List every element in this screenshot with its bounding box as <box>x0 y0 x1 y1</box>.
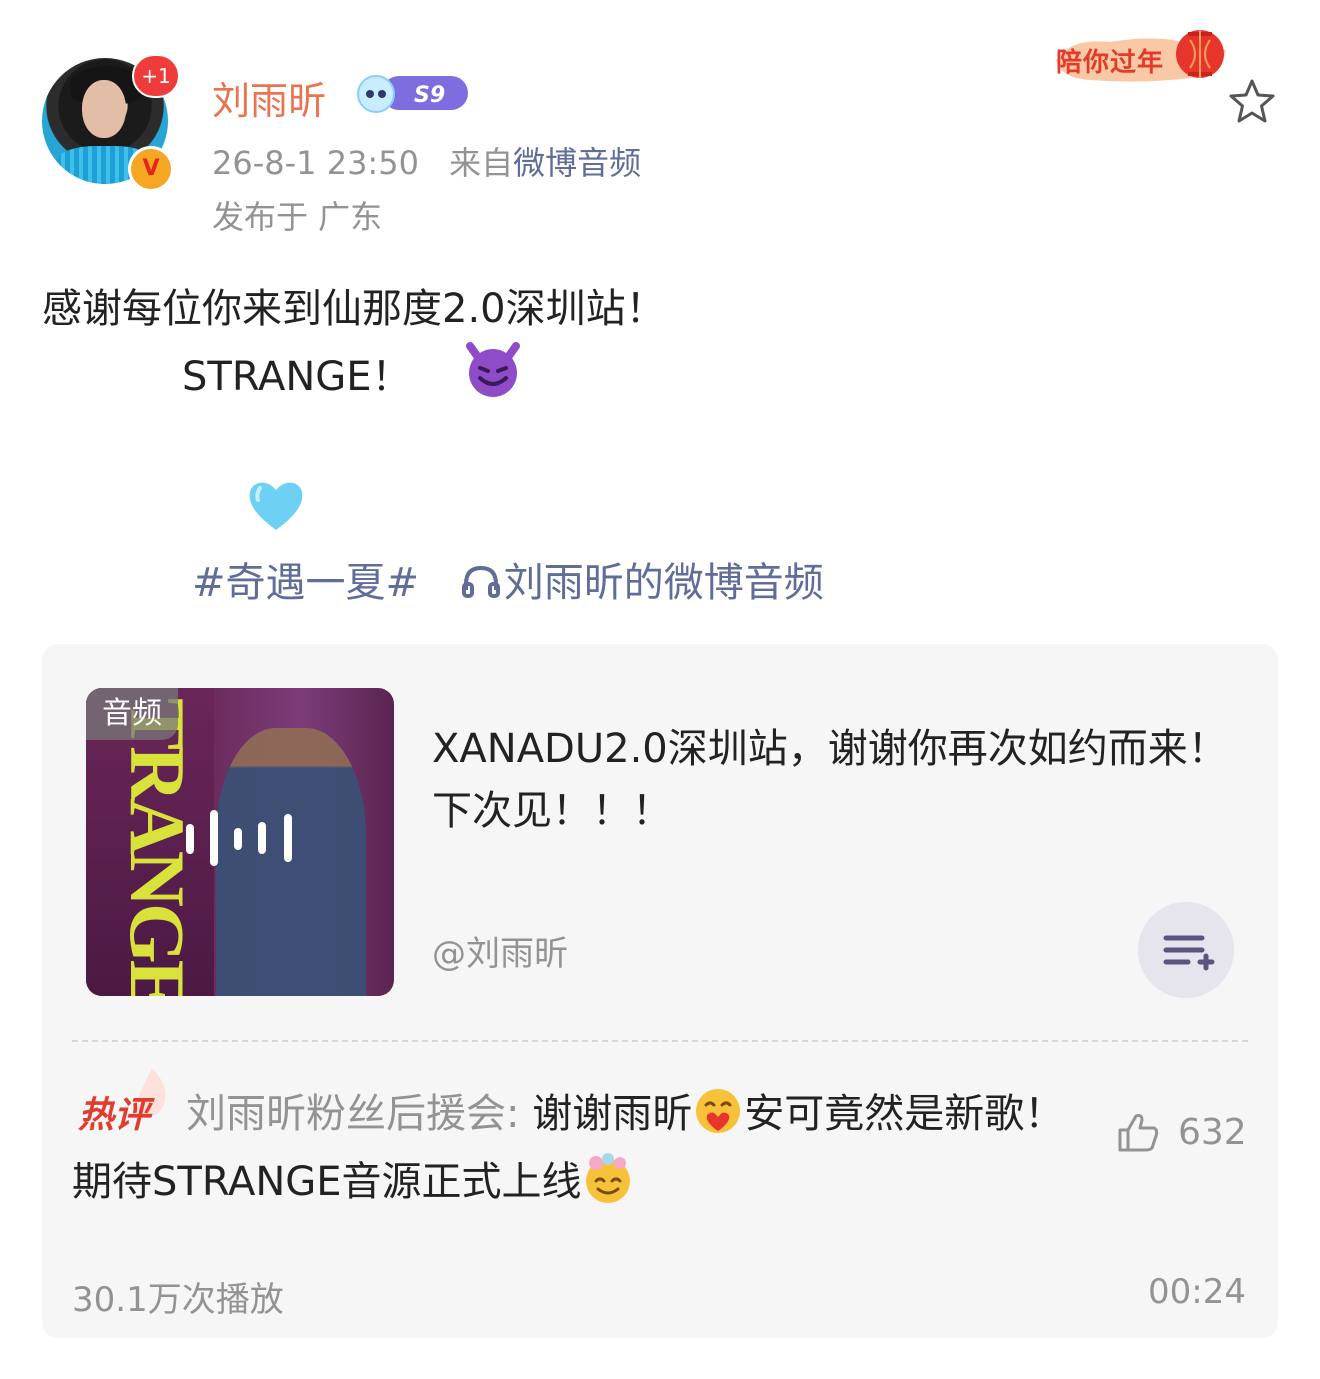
favorite-star-icon[interactable] <box>1226 76 1278 128</box>
location: 发布于 广东 <box>212 198 383 236</box>
post-text-line1: 感谢每位你来到仙那度2.0深圳站！ <box>42 286 666 332</box>
audio-author[interactable]: @刘雨昕 <box>432 926 568 975</box>
username[interactable]: 刘雨昕 <box>212 70 326 125</box>
add-to-playlist-button[interactable] <box>1138 902 1234 998</box>
post-meta: 26-8-1 23:50 来自微博音频 <box>212 138 641 184</box>
comment-user[interactable]: 刘雨昕粉丝后援会: <box>186 1091 519 1137</box>
card-divider <box>72 1040 1248 1042</box>
hashtag-link[interactable]: #奇遇一夏# <box>192 560 419 606</box>
audio-link[interactable]: 刘雨昕的微博音频 <box>460 560 824 606</box>
audio-wave-icon[interactable] <box>180 808 300 868</box>
audio-link-label: 刘雨昕的微博音频 <box>503 560 824 606</box>
notification-badge: +1 <box>132 54 180 98</box>
smiling-face-with-flowers-emoji <box>585 1153 630 1203</box>
level-text: S9 <box>414 83 445 108</box>
level-badge[interactable]: S9 <box>352 72 470 114</box>
post-text-line2: STRANGE！ <box>182 354 412 400</box>
source-link[interactable]: 微博音频 <box>513 144 641 182</box>
audio-title[interactable]: XANADU2.0深圳站，谢谢你再次如约而来！下次见！！！ <box>432 718 1242 842</box>
comment-text-part1: 谢谢雨昕 <box>519 1091 693 1137</box>
post-links: #奇遇一夏# 刘雨昕的微博音频 <box>192 550 824 608</box>
audio-duration: 00:24 <box>1148 1272 1246 1312</box>
heart-hug-emoji <box>696 1089 741 1133</box>
timestamp: 26-8-1 23:50 <box>212 144 419 182</box>
source-prefix: 来自 <box>449 144 514 182</box>
play-count: 30.1万次播放 <box>72 1280 284 1320</box>
hot-comment[interactable]: 刘雨昕粉丝后援会: 谢谢雨昕 安可竟然是新歌！期待STRANGE音源正式上线 <box>72 1080 1072 1216</box>
like-count: 632 <box>1178 1112 1247 1153</box>
like-icon[interactable] <box>1116 1110 1160 1154</box>
banner-text: 陪你过年 <box>1056 48 1165 78</box>
smiling-devil-emoji <box>466 342 520 397</box>
light-blue-heart-emoji <box>249 482 303 530</box>
headphone-icon <box>461 565 500 598</box>
audio-tag: 音频 <box>86 688 178 740</box>
verified-icon: V <box>128 146 174 192</box>
